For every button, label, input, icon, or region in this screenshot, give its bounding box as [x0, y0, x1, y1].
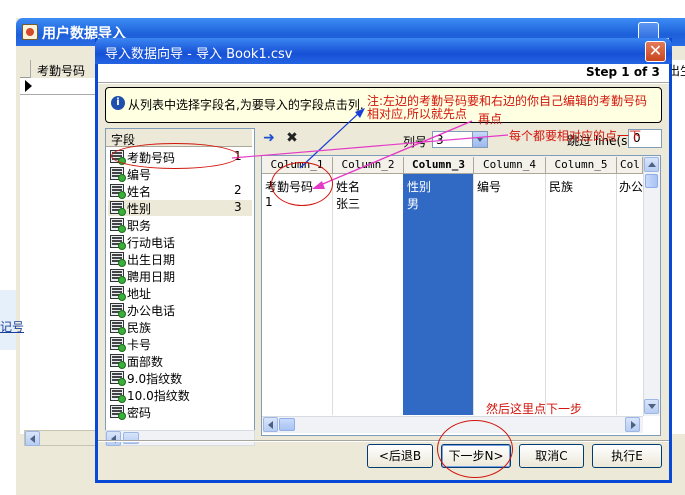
annotation-line-magenta [231, 134, 509, 159]
annotation-circle-field [111, 143, 239, 169]
annotation-arrows [231, 108, 509, 189]
annotation-then-next: 然后这里点下一步 [486, 402, 583, 416]
annotation-circle-next [437, 420, 513, 478]
annotation-each: 每个都要相对应的点一下 [509, 129, 642, 143]
annotation-note-line2: 相对应,所以就先点 [367, 107, 467, 121]
annotation-arrow-magenta [317, 120, 473, 187]
annotation-note-tail: 再点 [478, 112, 503, 126]
annotation-circle-column [271, 162, 333, 206]
annotation-arrow-blue [299, 111, 361, 169]
annotation-arrowhead-blue [355, 108, 365, 118]
